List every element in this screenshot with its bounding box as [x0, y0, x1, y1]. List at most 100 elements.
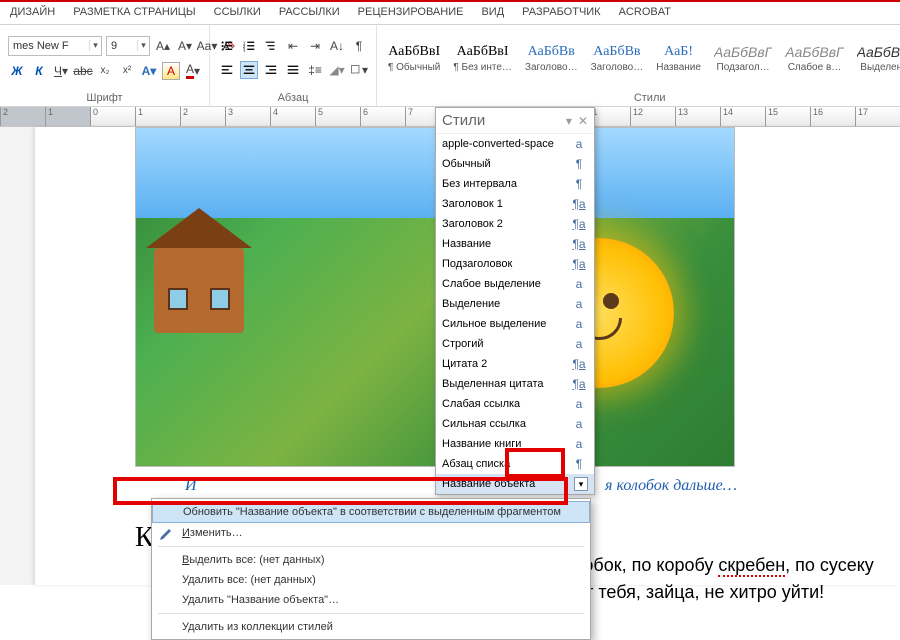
multilevel-icon[interactable]	[262, 37, 280, 55]
style-gallery-item[interactable]: АаБбВвІВыделени	[852, 41, 900, 75]
menu-separator	[158, 613, 584, 614]
ruler-tick: 4	[270, 107, 315, 126]
group-styles: АаБбВвІ¶ ОбычныйАаБбВвІ¶ Без инте… АаБбВв…	[377, 25, 900, 106]
style-name: Заголово…	[591, 62, 644, 73]
context-menu-item[interactable]: Удалить из коллекции стилей	[152, 617, 590, 637]
tab-acrobat[interactable]: ACROBAT	[619, 6, 671, 18]
style-list-item[interactable]: Сильная ссылкаa	[436, 414, 594, 434]
style-item-name: Название	[442, 238, 491, 250]
style-list-item[interactable]: Слабое выделениеa	[436, 274, 594, 294]
font-size-combo[interactable]: 9 ▾	[106, 36, 150, 56]
style-type-symbol: ¶a	[570, 237, 588, 251]
menu-item-label: Удалить из коллекции стилей	[182, 621, 333, 633]
highlight-button[interactable]: A	[162, 62, 180, 80]
style-item-name: Цитата 2	[442, 358, 487, 370]
tab-review[interactable]: РЕЦЕНЗИРОВАНИЕ	[358, 6, 464, 18]
context-menu-item[interactable]: Обновить "Название объекта" в соответств…	[152, 501, 590, 523]
style-gallery-item[interactable]: АаБ!Название	[651, 41, 706, 75]
caption-text-left: И	[185, 477, 197, 495]
style-list-item[interactable]: Название ¶a	[436, 234, 594, 254]
ruler-tick: 16	[810, 107, 855, 126]
close-icon[interactable]: ✕	[578, 114, 588, 128]
style-item-name: Слабая ссылка	[442, 398, 520, 410]
styles-pane-title: Стили	[442, 112, 485, 129]
style-list-item[interactable]: Сильное выделениеa	[436, 314, 594, 334]
align-center-icon[interactable]	[240, 61, 258, 79]
underline-button[interactable]: Ч▾	[52, 62, 70, 80]
context-menu-item[interactable]: Изменить…	[152, 523, 590, 543]
style-list-item[interactable]: Подзаголовок¶a	[436, 254, 594, 274]
chevron-down-icon[interactable]: ▾	[89, 40, 101, 51]
style-list-item[interactable]: apple-converted-spacea	[436, 134, 594, 154]
style-item-name: Заголовок 1	[442, 198, 503, 210]
styles-task-pane: Стили ▾ ✕ apple-converted-spaceaОбычный¶…	[435, 107, 595, 495]
increase-font-icon[interactable]: A▴	[154, 37, 172, 55]
style-gallery-item[interactable]: АаБбВвГПодзагол…	[709, 41, 777, 75]
style-list-item[interactable]: Выделенная цитата¶a	[436, 374, 594, 394]
show-marks-icon[interactable]: ¶	[350, 37, 368, 55]
tab-links[interactable]: ССЫЛКИ	[214, 6, 261, 18]
pane-options-icon[interactable]: ▾	[566, 114, 572, 128]
style-type-symbol: ¶a	[570, 377, 588, 391]
menu-separator	[158, 546, 584, 547]
tab-mailings[interactable]: РАССЫЛКИ	[279, 6, 340, 18]
style-item-dropdown-icon[interactable]: ▾	[574, 477, 588, 491]
subscript-button[interactable]: x₂	[96, 62, 114, 80]
style-preview: АаБбВв	[593, 44, 640, 60]
ribbon: mes New F ▾ 9 ▾ A▴ A▾ Aa▾ A Ж К Ч▾ abc x…	[0, 25, 900, 107]
sort-icon[interactable]: A↓	[328, 37, 346, 55]
style-list-item[interactable]: Заголовок 1¶a	[436, 194, 594, 214]
context-menu-item[interactable]: Удалить все: (нет данных)	[152, 570, 590, 590]
style-list-item[interactable]: Строгийa	[436, 334, 594, 354]
style-gallery-item[interactable]: АаБбВвІ¶ Без инте…	[448, 41, 517, 75]
spelling-error[interactable]: скребен	[718, 555, 785, 577]
group-paragraph: 123 ⇤ ⇥ A↓ ¶ ‡≡ ◢▾ ▾ Абзац	[210, 25, 377, 106]
font-color-button[interactable]: A▾	[184, 62, 202, 80]
font-name-combo[interactable]: mes New F ▾	[8, 36, 102, 56]
numbering-icon[interactable]: 123	[240, 37, 258, 55]
bullets-icon[interactable]	[218, 37, 236, 55]
style-gallery-item[interactable]: АаБбВвЗаголово…	[520, 41, 583, 75]
borders-icon[interactable]: ▾	[350, 61, 368, 79]
increase-indent-icon[interactable]: ⇥	[306, 37, 324, 55]
style-list-item[interactable]: Обычный¶	[436, 154, 594, 174]
style-gallery-item[interactable]: АаБбВвІ¶ Обычный	[383, 41, 445, 75]
superscript-button[interactable]: x²	[118, 62, 136, 80]
chevron-down-icon[interactable]: ▾	[137, 40, 149, 51]
style-name: Слабое в…	[788, 62, 842, 73]
style-list-item[interactable]: Слабая ссылкаa	[436, 394, 594, 414]
style-name: Заголово…	[525, 62, 578, 73]
shading-icon[interactable]: ◢▾	[328, 61, 346, 79]
style-list-item[interactable]: Название книгиa	[436, 434, 594, 454]
decrease-indent-icon[interactable]: ⇤	[284, 37, 302, 55]
text-effects-icon[interactable]: A▾	[140, 62, 158, 80]
style-list-item[interactable]: Выделениеa	[436, 294, 594, 314]
align-left-icon[interactable]	[218, 61, 236, 79]
tab-developer[interactable]: РАЗРАБОТЧИК	[522, 6, 600, 18]
style-gallery-item[interactable]: АаБбВвГСлабое в…	[780, 41, 848, 75]
style-list-item[interactable]: Название объекта▾	[436, 474, 594, 494]
style-type-symbol: a	[570, 277, 588, 291]
tab-design[interactable]: ДИЗАЙН	[10, 6, 55, 18]
style-list-item[interactable]: Без интервала¶	[436, 174, 594, 194]
context-menu-item[interactable]: Выделить все: (нет данных)	[152, 550, 590, 570]
style-list-item[interactable]: Цитата 2¶a	[436, 354, 594, 374]
style-gallery-item[interactable]: АаБбВв Заголово…	[586, 41, 649, 75]
style-list-item[interactable]: Абзац списка¶	[436, 454, 594, 474]
tab-view[interactable]: ВИД	[481, 6, 504, 18]
bold-button[interactable]: Ж	[8, 62, 26, 80]
style-list-item[interactable]: Заголовок 2¶a	[436, 214, 594, 234]
style-name: Выделени	[860, 62, 900, 73]
italic-button[interactable]: К	[30, 62, 48, 80]
align-right-icon[interactable]	[262, 61, 280, 79]
decrease-font-icon[interactable]: A▾	[176, 37, 194, 55]
tab-page-layout[interactable]: РАЗМЕТКА СТРАНИЦЫ	[73, 6, 195, 18]
context-menu-item[interactable]: Удалить "Название объекта"…	[152, 590, 590, 610]
menu-item-label: Обновить "Название объекта" в соответств…	[183, 506, 561, 518]
style-name: Название	[656, 62, 701, 73]
justify-icon[interactable]	[284, 61, 302, 79]
ruler-tick: 1	[45, 107, 90, 126]
strike-button[interactable]: abc	[74, 62, 92, 80]
style-item-name: Сильное выделение	[442, 318, 546, 330]
line-spacing-icon[interactable]: ‡≡	[306, 61, 324, 79]
